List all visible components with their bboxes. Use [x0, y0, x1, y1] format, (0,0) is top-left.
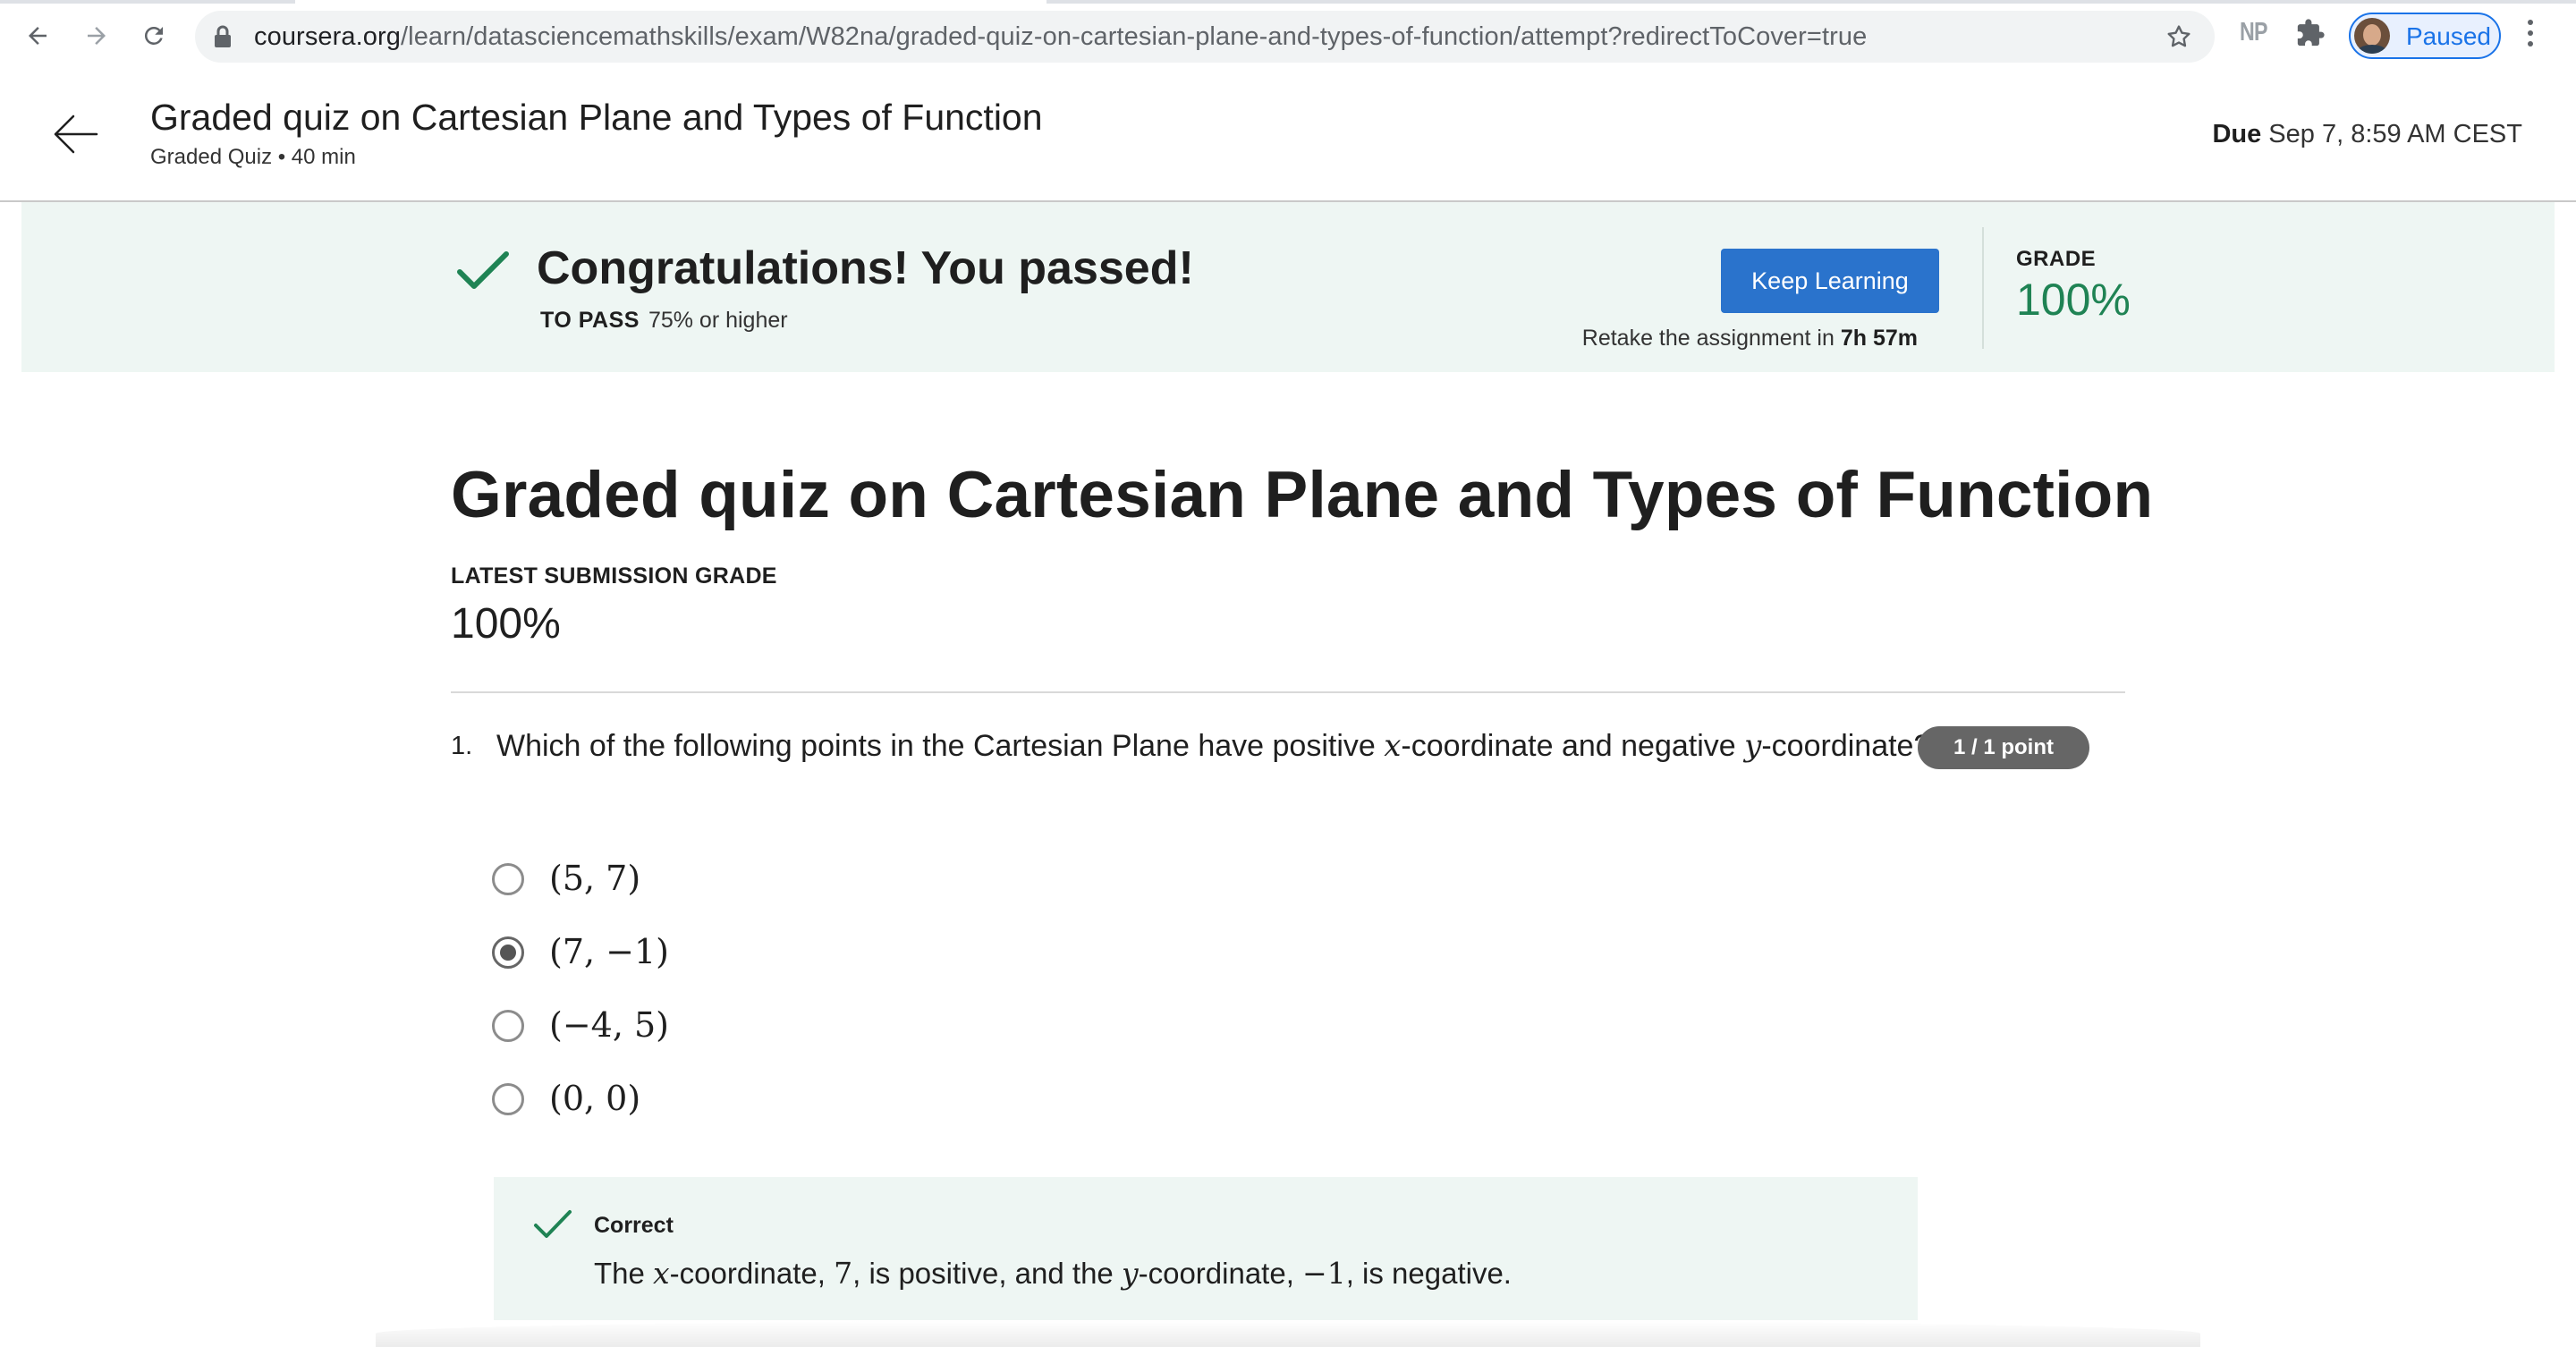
grade-value: 100%	[2016, 275, 2131, 325]
bookmark-star-icon[interactable]	[2165, 22, 2193, 51]
grade-label: GRADE	[2016, 247, 2097, 271]
url-text[interactable]: coursera.org/learn/datasciencemathskills…	[254, 22, 1867, 52]
retake-info: Retake the assignment in 7h 57m	[1582, 326, 1918, 352]
latest-grade-value: 100%	[451, 600, 561, 648]
radio-button[interactable]	[492, 1010, 524, 1042]
points-badge: 1 / 1 point	[1918, 726, 2089, 769]
to-pass-label: TO PASS	[540, 308, 640, 333]
to-pass-value: 75% or higher	[648, 308, 788, 333]
retake-time: 7h 57m	[1840, 326, 1918, 351]
check-icon	[457, 251, 509, 289]
due-label: Due	[2212, 120, 2262, 148]
back-button[interactable]	[18, 16, 57, 55]
quiz-header: Graded quiz on Cartesian Plane and Types…	[0, 72, 2576, 202]
pass-banner: Congratulations! You passed! TO PASS 75% …	[21, 202, 2555, 372]
header-title: Graded quiz on Cartesian Plane and Types…	[150, 97, 1043, 138]
header-subtitle: Graded Quiz • 40 min	[150, 145, 356, 169]
feedback-panel: Correct The x-coordinate, 7, is positive…	[494, 1177, 1918, 1320]
reload-button[interactable]	[134, 16, 174, 55]
answer-label: (5, 7)	[549, 859, 641, 898]
due-date: Due Sep 7, 8:59 AM CEST	[2212, 120, 2522, 149]
url-host: coursera.org	[254, 22, 401, 51]
due-value: Sep 7, 8:59 AM CEST	[2261, 120, 2522, 148]
answer-label: (7, −1)	[549, 932, 670, 971]
to-pass-requirement: TO PASS 75% or higher	[540, 308, 788, 334]
back-arrow-icon[interactable]	[50, 109, 100, 159]
extension-np-button[interactable]: NP	[2240, 18, 2267, 47]
forward-icon	[88, 27, 106, 45]
active-tab-edge[interactable]	[295, 0, 1046, 4]
answer-label: (−4, 5)	[549, 1005, 670, 1045]
math-var-y: y	[1744, 728, 1762, 764]
radio-button[interactable]	[492, 1083, 524, 1115]
tab-strip	[0, 0, 2576, 4]
feedback-title: Correct	[594, 1213, 674, 1238]
lock-icon[interactable]	[213, 25, 233, 48]
question-number: 1.	[451, 732, 473, 760]
divider	[451, 691, 2125, 693]
feedback-text: The x-coordinate, 7, is positive, and th…	[594, 1256, 1512, 1291]
page-title: Graded quiz on Cartesian Plane and Types…	[451, 459, 2154, 531]
math-var-x: x	[1384, 728, 1402, 764]
answer-label: (0, 0)	[549, 1079, 641, 1118]
profile-button[interactable]: Paused	[2349, 13, 2501, 59]
question-text: Which of the following points in the Car…	[496, 728, 1930, 764]
avatar	[2354, 18, 2390, 54]
retake-prefix: Retake the assignment in	[1581, 326, 1841, 351]
address-bar[interactable]: coursera.org/learn/datasciencemathskills…	[195, 11, 2215, 63]
pass-message: Congratulations! You passed!	[537, 242, 1194, 294]
bottom-shadow	[376, 1320, 2200, 1347]
browser-toolbar: coursera.org/learn/datasciencemathskills…	[0, 0, 2576, 73]
reload-icon	[144, 26, 163, 45]
radio-button-selected[interactable]	[492, 936, 524, 969]
question-text-part: Which of the following points in the Car…	[496, 729, 1385, 763]
latest-grade-label: LATEST SUBMISSION GRADE	[451, 563, 777, 589]
check-icon	[534, 1210, 572, 1238]
profile-status: Paused	[2406, 22, 2491, 50]
question-text-part: -coordinate and negative	[1401, 729, 1745, 763]
divider	[1982, 227, 1984, 349]
question-text-part: -coordinate?	[1761, 729, 1931, 763]
extensions-puzzle-icon[interactable]	[2295, 18, 2326, 48]
forward-button[interactable]	[77, 16, 116, 55]
url-path: /learn/datasciencemathskills/exam/W82na/…	[401, 22, 1868, 51]
radio-button[interactable]	[492, 863, 524, 895]
keep-learning-button[interactable]: Keep Learning	[1721, 249, 1939, 313]
back-icon	[29, 27, 47, 45]
menu-kebab-icon[interactable]	[2528, 20, 2535, 52]
